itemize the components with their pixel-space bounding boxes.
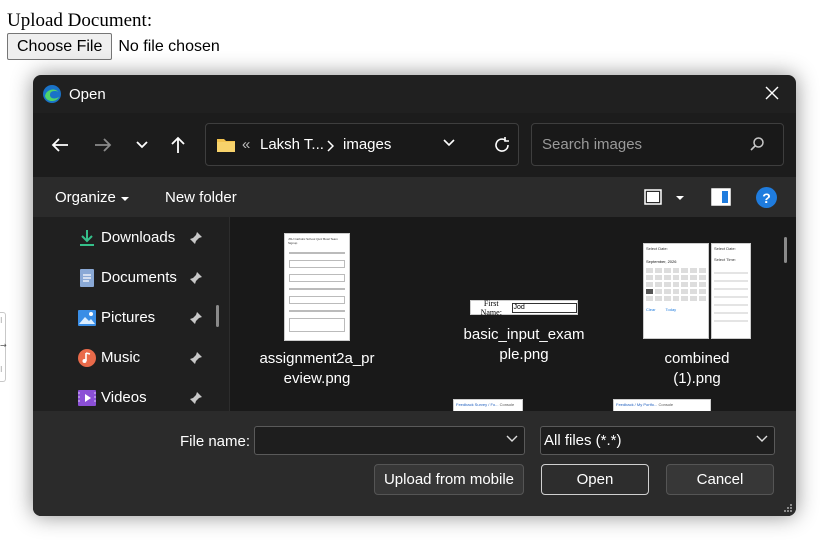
navigation-pane: Downloads Documents Pictures Music Video…	[33, 217, 227, 411]
upload-from-mobile-button[interactable]: Upload from mobile	[374, 464, 524, 495]
chevron-down-icon	[121, 197, 130, 201]
pictures-icon	[78, 310, 96, 326]
breadcrumb-current[interactable]: images	[343, 136, 391, 153]
open-file-dialog: Open « Laksh T... images Search images O…	[33, 75, 796, 516]
sidebar-item-label: Pictures	[101, 309, 156, 326]
thumbnail-label: First Name:	[480, 298, 502, 317]
preview-pane-icon[interactable]	[711, 187, 731, 207]
sidebar-item-downloads[interactable]: Downloads	[77, 227, 207, 251]
file-name: basic_input_exam ple.png	[463, 326, 585, 363]
chevron-down-icon[interactable]	[506, 435, 518, 443]
file-name-label: File name:	[180, 433, 251, 450]
sidebar-item-videos[interactable]: Videos	[77, 387, 207, 411]
back-button[interactable]	[49, 134, 71, 156]
sidebar-item-music[interactable]: Music	[77, 347, 207, 371]
dialog-title: Open	[69, 86, 106, 103]
edge-handle[interactable]: ⁝ → ⁝	[0, 312, 7, 382]
thumbnail-input: Jod	[511, 302, 577, 313]
file-thumbnail-partial[interactable]: Feedback / My Portfo... Console	[613, 399, 711, 411]
refresh-button[interactable]	[485, 123, 519, 166]
document-icon	[80, 269, 94, 287]
new-folder-button[interactable]: New folder	[165, 189, 237, 206]
forward-button[interactable]	[92, 134, 114, 156]
file-thumbnail: Select Date: September, 2026 Clear Today…	[643, 243, 751, 341]
file-item[interactable]: Select Date: September, 2026 Clear Today…	[631, 243, 763, 389]
sidebar-item-label: Downloads	[101, 229, 176, 246]
command-bar: Organize New folder ?	[33, 177, 796, 217]
view-options-icon[interactable]	[643, 187, 663, 207]
search-icon[interactable]	[749, 136, 765, 152]
help-button[interactable]: ?	[756, 187, 777, 208]
file-name-field[interactable]	[254, 426, 525, 455]
file-thumbnail: JSU Catholic School Quiz Bowl Team Signu…	[284, 233, 350, 341]
cancel-button[interactable]: Cancel	[666, 464, 774, 495]
up-folder-button[interactable]	[167, 134, 189, 156]
arrow-left-icon	[51, 138, 68, 152]
dialog-footer: File name: All files (*.*) Upload from m…	[33, 411, 796, 516]
file-item[interactable]: First Name: Jod basic_input_exam ple.png	[458, 233, 590, 365]
file-type-select[interactable]: All files (*.*)	[540, 426, 775, 455]
edge-dots-icon: ⁝	[0, 316, 3, 325]
open-button[interactable]: Open	[541, 464, 649, 495]
videos-icon	[78, 390, 96, 406]
sidebar-item-label: Music	[101, 349, 141, 366]
chevron-down-icon	[756, 435, 768, 442]
edge-arrow-icon: →	[0, 341, 7, 350]
organize-menu[interactable]: Organize	[55, 189, 130, 206]
recent-locations-button[interactable]	[131, 134, 153, 156]
upload-document-label: Upload Document:	[7, 10, 153, 31]
edge-browser-icon	[43, 85, 61, 103]
resize-grip-icon[interactable]	[783, 503, 793, 513]
sidebar-item-pictures[interactable]: Pictures	[77, 307, 207, 331]
dialog-titlebar: Open	[33, 75, 796, 113]
close-icon	[765, 86, 779, 100]
pin-icon[interactable]	[189, 351, 203, 365]
search-input[interactable]	[542, 136, 742, 153]
refresh-icon	[495, 136, 509, 152]
file-type-value: All files (*.*)	[544, 432, 622, 449]
sidebar-item-label: Videos	[101, 389, 147, 406]
chevron-down-icon	[136, 141, 148, 149]
organize-label: Organize	[55, 189, 116, 206]
folder-icon	[217, 139, 235, 152]
address-dropdown-icon[interactable]	[442, 138, 456, 148]
file-list: JSU Catholic School Quiz Bowl Team Signu…	[230, 217, 796, 411]
file-list-scrollbar[interactable]	[784, 237, 787, 263]
music-icon	[78, 349, 96, 367]
file-name: assignment2a_pr eview.png	[259, 350, 375, 387]
file-thumbnail: First Name: Jod	[470, 298, 578, 317]
sidebar-item-documents[interactable]: Documents	[77, 267, 207, 291]
thumbnail-title: JSU Catholic School Quiz Bowl Team Signu…	[288, 237, 338, 245]
choose-file-button[interactable]: Choose File	[7, 33, 113, 60]
file-thumbnail-partial[interactable]: Feedback Survey / Fo... Console	[453, 399, 523, 411]
file-name: combined (1).png	[664, 350, 730, 387]
breadcrumb-overflow[interactable]: «	[242, 136, 250, 153]
pin-icon[interactable]	[189, 231, 203, 245]
breadcrumb-separator-icon	[327, 140, 334, 152]
breadcrumb-parent[interactable]: Laksh T...	[260, 136, 324, 153]
view-dropdown-icon[interactable]	[675, 195, 685, 201]
arrow-right-icon	[95, 138, 112, 152]
pin-icon[interactable]	[189, 311, 203, 325]
close-dialog-button[interactable]	[762, 83, 782, 103]
sidebar-scrollbar[interactable]	[216, 305, 219, 327]
no-file-chosen-text: No file chosen	[118, 37, 220, 55]
pin-icon[interactable]	[189, 391, 203, 405]
address-bar[interactable]: « Laksh T... images	[205, 123, 519, 166]
file-item[interactable]: JSU Catholic School Quiz Bowl Team Signu…	[251, 233, 383, 389]
file-input-row: Choose File No file chosen	[7, 33, 220, 60]
search-box[interactable]	[531, 123, 784, 166]
sidebar-item-label: Documents	[101, 269, 177, 286]
navigation-bar: « Laksh T... images	[33, 113, 796, 177]
download-icon	[80, 230, 94, 246]
arrow-up-icon	[171, 136, 185, 153]
pin-icon[interactable]	[189, 271, 203, 285]
edge-dots-icon: ⁝	[0, 365, 3, 374]
